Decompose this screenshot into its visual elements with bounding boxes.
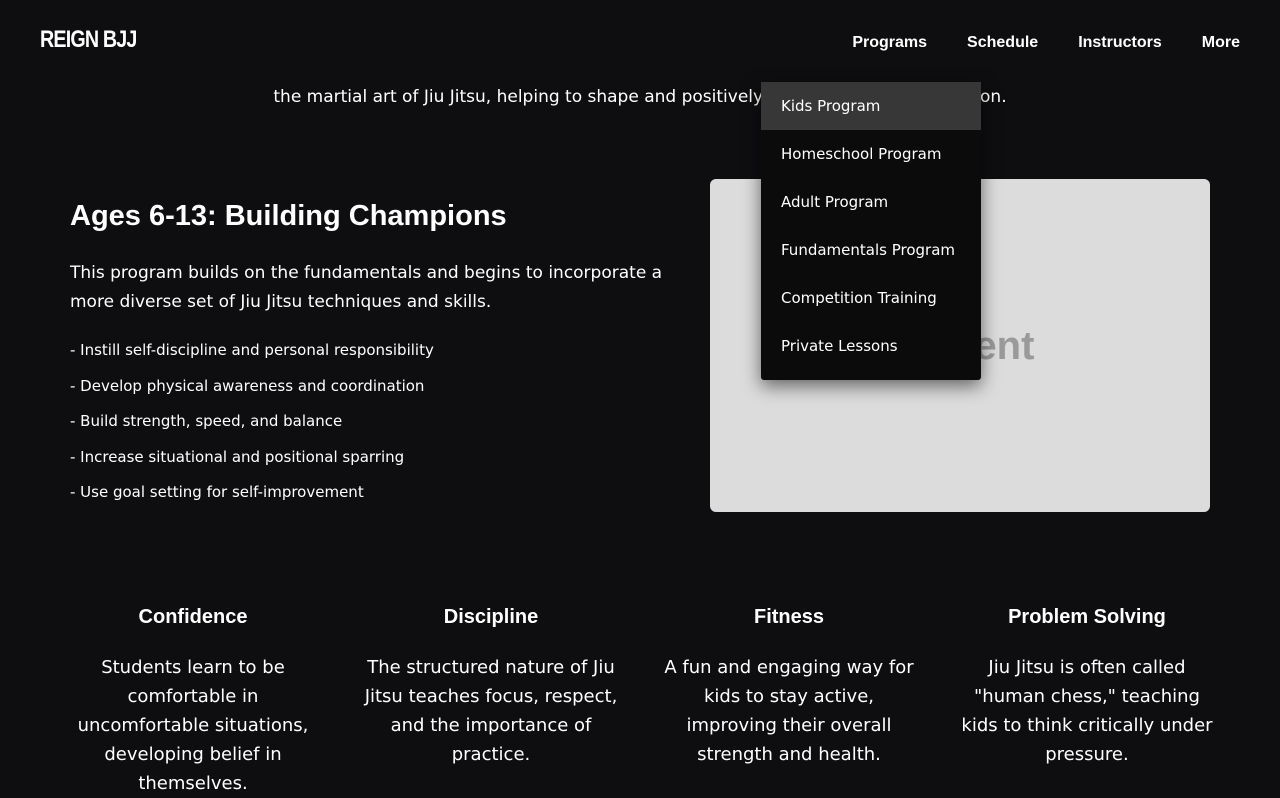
intro-text: the martial art of Jiu Jitsu, helping to… [273,87,1007,107]
menu-item-private-lessons[interactable]: Private Lessons [761,322,981,370]
program-section: Ages 6-13: Building Champions This progr… [70,200,670,511]
nav-instructors[interactable]: Instructors [1078,34,1162,52]
feature-title: Fitness [753,606,825,628]
section-title: Ages 6-13: Building Champions [70,200,507,232]
feature-problem-solving: Problem Solving Jiu Jitsu is often calle… [938,606,1236,798]
features-row: Confidence Students learn to be comforta… [44,606,1236,798]
site-logo[interactable]: REIGN BJJ [40,26,137,54]
list-item: - Develop physical awareness and coordin… [70,376,425,395]
section-lead: This program builds on the fundamentals … [70,263,663,312]
benefits-list: - Instill self-discipline and personal r… [70,333,670,511]
feature-fitness: Fitness A fun and engaging way for kids … [640,606,938,798]
feature-text: A fun and engaging way for kids to stay … [664,657,914,765]
menu-item-adult-program[interactable]: Adult Program [761,178,981,226]
main-nav: Programs Schedule Instructors More [852,34,1240,52]
feature-confidence: Confidence Students learn to be comforta… [44,606,342,798]
feature-text: Jiu Jitsu is often called "human chess,"… [961,657,1213,765]
menu-item-competition-training[interactable]: Competition Training [761,274,981,322]
menu-item-kids-program[interactable]: Kids Program [761,82,981,130]
feature-title: Problem Solving [1008,606,1166,628]
list-item: - Build strength, speed, and balance [70,412,343,430]
feature-text: Students learn to be comfortable in unco… [77,657,309,794]
list-item: - Use goal setting for self-improvement [70,483,364,501]
feature-discipline: Discipline The structured nature of Jiu … [342,606,640,798]
menu-item-homeschool-program[interactable]: Homeschool Program [761,130,981,178]
feature-text: The structured nature of Jiu Jitsu teach… [364,657,618,765]
list-item: - Instill self-discipline and personal r… [70,341,434,359]
menu-item-fundamentals-program[interactable]: Fundamentals Program [761,226,981,274]
feature-title: Confidence [138,606,248,628]
programs-dropdown-menu: Kids Program Homeschool Program Adult Pr… [761,82,981,380]
nav-programs[interactable]: Programs [852,34,927,52]
feature-title: Discipline [443,606,539,628]
list-item: - Increase situational and positional sp… [70,447,405,466]
site-header: REIGN BJJ Programs Schedule Instructors … [0,0,1280,82]
nav-more[interactable]: More [1202,34,1240,52]
nav-schedule[interactable]: Schedule [967,34,1038,52]
